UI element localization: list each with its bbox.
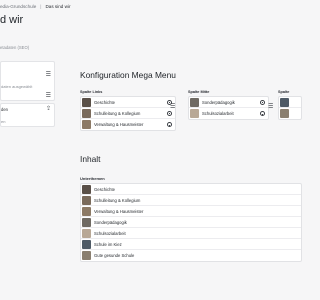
thumbnail-image [82,195,91,205]
unterthemen-list: Geschichte Schulleitung & Kollegium Verw… [80,183,302,262]
list-item-label: Schulleitung & Kollegium [94,110,141,116]
list-item[interactable]: Schule im Kiez [81,239,301,250]
column-left-label: Spalte Links [80,90,103,94]
column-right-label: Spalte [278,90,290,94]
media-card: den ⇪ en [0,103,55,127]
column-middle-label: Spalte Mitte [188,90,210,94]
remove-icon[interactable] [260,111,265,116]
breadcrumb: edia-Grundschule | Das sind wir [0,4,71,9]
list-item[interactable] [279,108,301,119]
list-item-label: Gute gesunde Schule [94,253,135,258]
thumbnail-image [82,251,91,260]
thumbnail-image [82,108,91,118]
list-item-label: Sonderpädagogik [202,99,235,105]
remove-icon[interactable] [167,122,172,127]
thumbnail-image [280,97,289,107]
remove-icon[interactable] [167,110,172,116]
list-item[interactable]: Schulleitung & Kollegium [81,108,175,119]
list-item[interactable]: Sonderpädagogik [189,97,268,108]
sliders-icon[interactable]: ☰ [268,103,273,110]
list-item[interactable] [279,97,301,108]
breadcrumb-item[interactable]: edia-Grundschule [0,4,36,9]
column-left-list: Geschichte Schulleitung & Kollegium Verw… [80,96,176,131]
sliders-icon[interactable]: ☰ [46,71,51,78]
column-middle-list: Sonderpädagogik Schulsozialarbeit [188,96,269,120]
thumbnail-image [190,109,199,118]
thumbnail-image [82,206,91,216]
list-item-label: Schule im Kiez [94,241,122,247]
column-right: Spalte [278,90,302,120]
unterthemen-label: Unterthemen [80,176,105,181]
upload-icon[interactable]: ⇪ [46,105,51,112]
list-item-label: Sonderpädagogik [94,219,127,225]
column-right-list [278,96,302,120]
list-item-label: Verwaltung & Hausmeister [94,208,144,214]
column-middle: Spalte Mitte Sonderpädagogik Schulsozial… [188,90,269,120]
mega-menu-title: Konfiguration Mega Menu [80,70,176,80]
column-left: Spalte Links Geschichte Schulleitung & K… [80,90,176,131]
inhalt-title: Inhalt [80,154,101,164]
seo-label[interactable]: etadaten (SEO) [0,45,29,50]
page-title: d wir [0,14,24,26]
breadcrumb-separator: | [40,4,42,9]
thumbnail-image [82,120,91,129]
seo-card-text: daten ausgewählt [1,84,33,89]
list-item-label: Verwaltung & Hausmeister [94,122,144,127]
list-item[interactable]: Geschichte [81,97,175,108]
thumbnail-image [82,184,91,194]
list-item[interactable]: Schulsozialarbeit [189,108,268,119]
media-card-label: den [1,107,8,112]
seo-card: ☰ daten ausgewählt ☰ [0,61,55,101]
media-card-text: en [1,119,6,124]
remove-icon[interactable] [260,99,265,105]
list-item[interactable]: Gute gesunde Schule [81,250,301,261]
thumbnail-image [82,97,91,107]
list-item[interactable]: Sonderpädagogik [81,217,301,228]
list-item[interactable]: Schulleitung & Kollegium [81,195,301,206]
thumbnail-image [82,239,91,249]
sliders-icon[interactable]: ☰ [46,92,51,99]
thumbnail-image [190,97,199,107]
list-item[interactable]: Verwaltung & Hausmeister [81,119,175,130]
list-item-label: Geschichte [94,99,115,105]
list-item-label: Geschichte [94,186,115,192]
breadcrumb-current: Das sind wir [45,4,71,9]
thumbnail-image [82,217,91,227]
thumbnail-image [82,228,91,238]
sliders-icon[interactable]: ☰ [170,103,175,110]
list-item[interactable]: Schulsozialarbeit [81,228,301,239]
list-item[interactable]: Verwaltung & Hausmeister [81,206,301,217]
thumbnail-image [280,109,289,118]
list-item-label: Schulleitung & Kollegium [94,197,141,203]
list-item[interactable]: Geschichte [81,184,301,195]
list-item-label: Schulsozialarbeit [202,111,234,116]
list-item-label: Schulsozialarbeit [94,230,126,236]
